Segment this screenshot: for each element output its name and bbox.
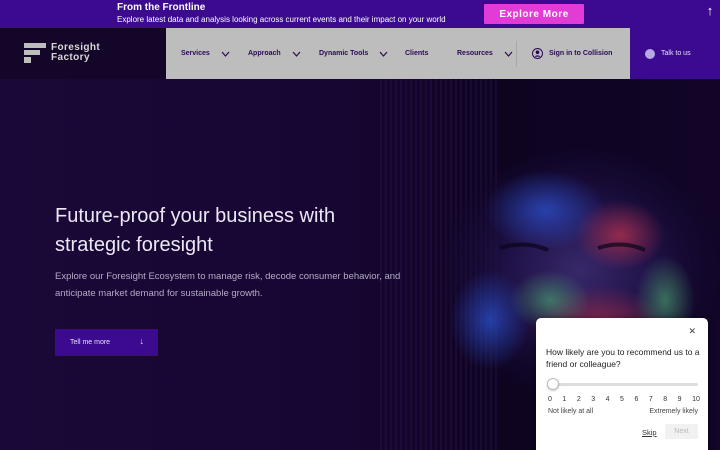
skip-button[interactable]: Skip	[642, 428, 657, 437]
nav-item-services[interactable]: Services	[181, 28, 230, 79]
chevron-down-icon	[292, 51, 301, 57]
signin-link[interactable]: Sign in to Collision	[532, 28, 612, 79]
close-icon[interactable]: ✕	[688, 326, 696, 337]
user-icon	[532, 48, 543, 59]
scale-high-label: Extremely likely	[649, 408, 698, 415]
scale-low-label: Not likely at all	[548, 408, 594, 415]
talk-label: Talk to us	[661, 50, 691, 57]
next-button[interactable]: Next	[665, 424, 698, 439]
promo-banner: From the Frontline Explore latest data a…	[0, 0, 720, 28]
tell-me-more-label: Tell me more	[70, 339, 111, 346]
site-header: Foresight Factory Services Approach Dyna…	[0, 28, 720, 79]
chevron-down-icon	[379, 51, 388, 57]
nav-item-clients[interactable]: Clients	[405, 28, 428, 79]
scale-value[interactable]: 4	[606, 396, 610, 403]
tell-me-more-button[interactable]: Tell me more ↓	[55, 329, 158, 356]
chevron-down-icon	[221, 51, 230, 57]
nav-item-approach[interactable]: Approach	[248, 28, 301, 79]
scale-value[interactable]: 0	[548, 396, 552, 403]
nps-survey-widget: ✕ How likely are you to recommend us to …	[536, 318, 708, 450]
promo-title: From the Frontline	[117, 2, 206, 13]
nav-item-label: Approach	[248, 50, 281, 57]
scale-value[interactable]: 2	[577, 396, 581, 403]
nav-item-label: Services	[181, 50, 210, 57]
scale-value[interactable]: 1	[562, 396, 566, 403]
logo[interactable]: Foresight Factory	[24, 43, 100, 63]
chevron-down-icon	[504, 51, 513, 57]
hero-title-line2: strategic foresight	[55, 234, 213, 256]
nps-slider-track[interactable]	[550, 383, 698, 386]
nav-divider	[516, 41, 517, 67]
scale-value[interactable]: 10	[692, 396, 700, 403]
talk-to-us-button[interactable]: Talk to us	[630, 28, 720, 79]
nav-item-dynamic-tools[interactable]: Dynamic Tools	[319, 28, 388, 79]
scale-value[interactable]: 5	[620, 396, 624, 403]
scale-value[interactable]: 9	[678, 396, 682, 403]
scale-value[interactable]: 6	[634, 396, 638, 403]
nav-item-label: Resources	[457, 50, 493, 57]
brand-name-line2: Factory	[51, 52, 90, 63]
nav-item-label: Clients	[405, 50, 429, 57]
hero-description: Explore our Foresight Ecosystem to manag…	[55, 271, 401, 299]
nps-slider-handle[interactable]	[547, 378, 559, 390]
scale-value[interactable]: 7	[649, 396, 653, 403]
main-nav: Services Approach Dynamic Tools Clients …	[166, 28, 630, 79]
arrow-down-icon: ↓	[139, 336, 145, 346]
nav-item-label: Dynamic Tools	[319, 50, 369, 57]
logo-mark-icon	[24, 43, 46, 63]
survey-question: How likely are you to recommend us to a …	[546, 347, 700, 369]
nps-scale: 0 1 2 3 4 5 6 7 8 9 10	[548, 396, 700, 403]
nav-item-resources[interactable]: Resources	[457, 28, 513, 79]
scale-value[interactable]: 8	[663, 396, 667, 403]
signin-label: Sign in to Collision	[549, 50, 613, 57]
arrow-up-icon[interactable]: ↑	[702, 3, 718, 19]
chat-icon	[645, 48, 655, 59]
hero-title: Future-proof your business with strategi…	[55, 202, 335, 260]
scale-value[interactable]: 3	[591, 396, 595, 403]
promo-subtitle: Explore latest data and analysis looking…	[117, 15, 446, 24]
hero-title-line1: Future-proof your business with	[55, 205, 336, 227]
explore-more-button[interactable]: Explore More	[484, 4, 584, 24]
